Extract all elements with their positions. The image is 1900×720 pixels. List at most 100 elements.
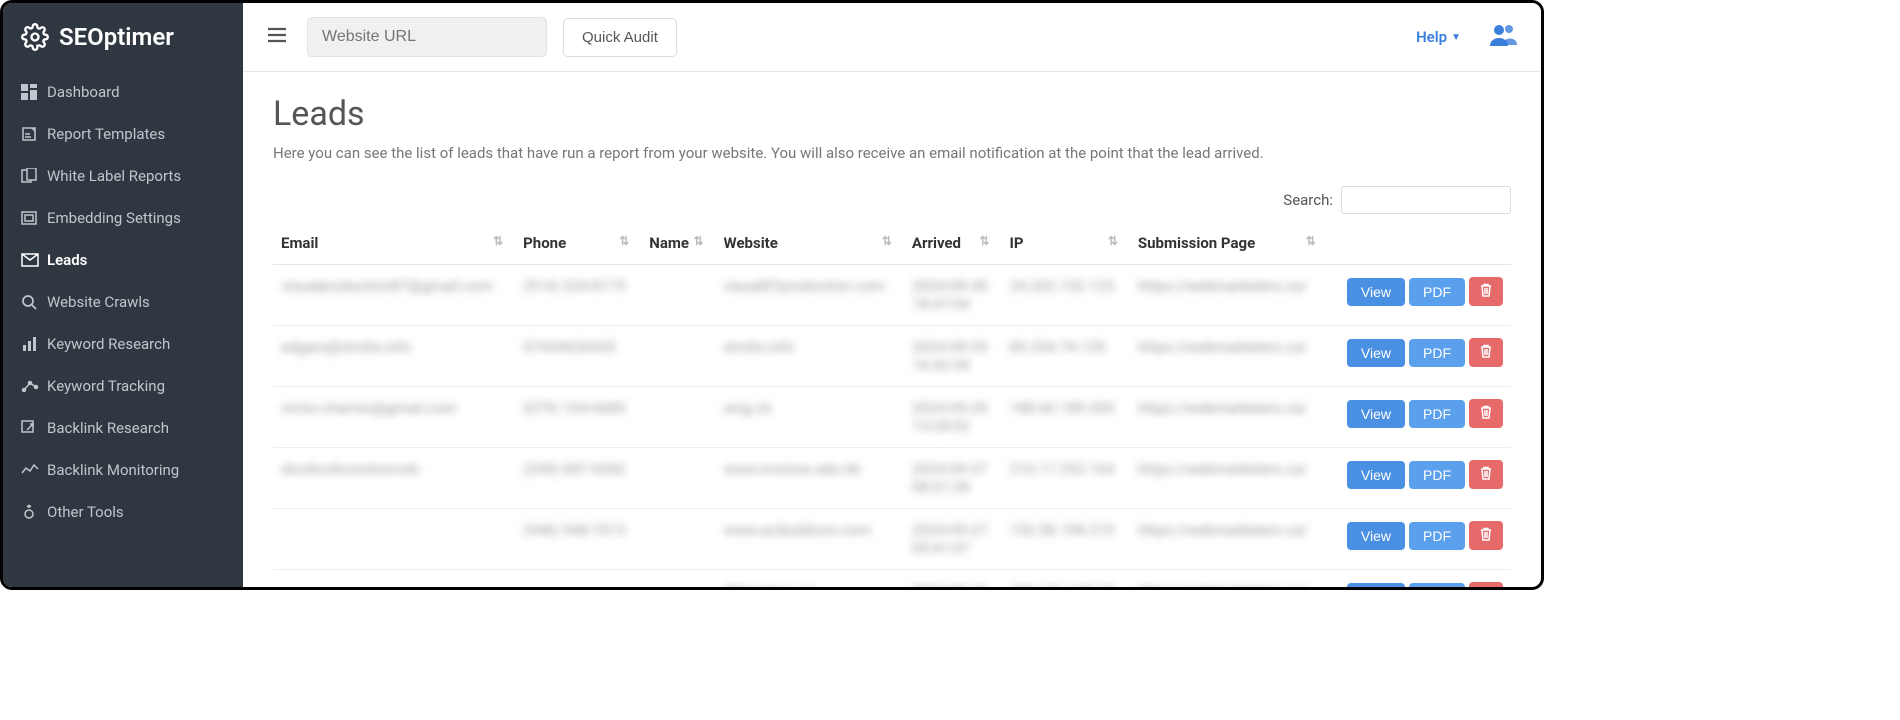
view-button[interactable]: View <box>1347 278 1405 306</box>
gear-icon <box>21 23 49 51</box>
column-phone[interactable]: Phone⇅ <box>515 222 641 265</box>
cell-ip: 209.121.140.22 <box>1002 570 1130 588</box>
cell-website: strolis.info <box>716 326 904 387</box>
sidebar-item-label: White Label Reports <box>47 167 181 185</box>
page-title: Leads <box>273 94 1511 134</box>
sidebar-item-backlink-monitoring[interactable]: Backlink Monitoring <box>3 449 243 491</box>
view-button[interactable]: View <box>1347 583 1405 587</box>
brand-logo[interactable]: SEOptimer <box>3 3 243 71</box>
cell-actions: View PDF <box>1328 570 1511 588</box>
pdf-button[interactable]: PDF <box>1409 583 1465 587</box>
delete-button[interactable] <box>1469 338 1503 367</box>
view-button[interactable]: View <box>1347 522 1405 550</box>
leads-icon <box>21 253 47 267</box>
pdf-button[interactable]: PDF <box>1409 278 1465 306</box>
pdf-button[interactable]: PDF <box>1409 400 1465 428</box>
column-submission-page[interactable]: Submission Page⇅ <box>1130 222 1328 265</box>
search-icon <box>21 294 47 310</box>
table-row: edgars@strolis.info07434630435 strolis.in… <box>273 326 1511 387</box>
cell-name <box>641 509 715 570</box>
column-arrived[interactable]: Arrived⇅ <box>904 222 1002 265</box>
sidebar-item-embedding-settings[interactable]: Embedding Settings <box>3 197 243 239</box>
cell-name <box>641 326 715 387</box>
cell-actions: ViewPDF <box>1328 509 1511 570</box>
cell-ip: 210.17.252.164 <box>1002 448 1130 509</box>
sidebar-item-label: Keyword Tracking <box>47 377 165 395</box>
cell-website: visual87production.com <box>716 265 904 326</box>
cell-name <box>641 448 715 509</box>
sidebar-item-white-label-reports[interactable]: White Label Reports <box>3 155 243 197</box>
brand-name: SEOptimer <box>59 23 174 51</box>
sort-icon: ⇅ <box>1108 234 1118 248</box>
cell-arrived: 2024-09-2913:28:02 <box>904 387 1002 448</box>
sort-icon: ⇅ <box>882 234 892 248</box>
delete-button[interactable] <box>1469 277 1503 306</box>
keyword-research-icon <box>21 336 47 352</box>
pdf-button[interactable]: PDF <box>1409 461 1465 489</box>
search-input[interactable] <box>1341 186 1511 214</box>
table-row: liftingstars.ca2024-09-2618:29:14209.121… <box>273 570 1511 588</box>
cell-website: wng.ch <box>716 387 904 448</box>
sidebar-item-other-tools[interactable]: Other Tools <box>3 491 243 533</box>
cell-phone: 07434630435 <box>515 326 641 387</box>
cell-name <box>641 265 715 326</box>
sidebar-item-report-templates[interactable]: Report Templates <box>3 113 243 155</box>
tracking-icon <box>21 379 47 393</box>
cell-arrived: 2024-09-3018:47:04 <box>904 265 1002 326</box>
cell-phone: (345) 687-6542 <box>515 448 641 509</box>
column-name[interactable]: Name⇅ <box>641 222 715 265</box>
pdf-button[interactable]: PDF <box>1409 339 1465 367</box>
sidebar-item-keyword-tracking[interactable]: Keyword Tracking <box>3 365 243 407</box>
column-actions <box>1328 222 1511 265</box>
trash-icon <box>1479 405 1493 419</box>
cell-arrived: 2024-09-2705:41:07 <box>904 509 1002 570</box>
column-website[interactable]: Website⇅ <box>716 222 904 265</box>
sidebar-item-label: Dashboard <box>47 83 120 101</box>
quick-audit-button[interactable]: Quick Audit <box>563 18 677 57</box>
cell-ip: 85.254.74.135 <box>1002 326 1130 387</box>
cell-email <box>273 570 515 588</box>
chevron-down-icon: ▼ <box>1451 32 1461 43</box>
hamburger-icon[interactable] <box>265 23 289 51</box>
cell-arrived: 2024-09-2916:42:34 <box>904 326 1002 387</box>
delete-button[interactable] <box>1469 521 1503 550</box>
cell-email: visualproduction87@gmail.com <box>273 265 515 326</box>
table-row: victor.charton@gmail.com(079) 104-6680wn… <box>273 387 1511 448</box>
help-link[interactable]: Help ▼ <box>1416 28 1461 46</box>
sidebar-item-backlink-research[interactable]: Backlink Research <box>3 407 243 449</box>
url-input[interactable] <box>307 17 547 57</box>
monitor-icon <box>21 463 47 477</box>
sort-icon: ⇅ <box>619 234 629 248</box>
column-email[interactable]: Email⇅ <box>273 222 515 265</box>
cell-email: edgars@strolis.info <box>273 326 515 387</box>
sidebar-item-keyword-research[interactable]: Keyword Research <box>3 323 243 365</box>
cell-arrived: 2024-09-2618:29:14 <box>904 570 1002 588</box>
cell-ip: 188.60.189.200 <box>1002 387 1130 448</box>
delete-button[interactable] <box>1469 399 1503 428</box>
pdf-button[interactable]: PDF <box>1409 522 1465 550</box>
sidebar-item-label: Keyword Research <box>47 335 170 353</box>
sort-icon: ⇅ <box>493 234 503 248</box>
column-ip[interactable]: IP⇅ <box>1002 222 1130 265</box>
cell-actions: ViewPDF <box>1328 326 1511 387</box>
sidebar-item-leads[interactable]: Leads <box>3 239 243 281</box>
view-button[interactable]: View <box>1347 339 1405 367</box>
page-description: Here you can see the list of leads that … <box>273 144 1511 162</box>
sort-icon: ⇅ <box>979 234 989 248</box>
cell-phone: (079) 104-6680 <box>515 387 641 448</box>
cell-ip: 24.202.152.123 <box>1002 265 1130 326</box>
trash-icon <box>1479 344 1493 358</box>
search-row: Search: <box>273 186 1511 214</box>
users-icon[interactable] <box>1489 22 1519 52</box>
view-button[interactable]: View <box>1347 461 1405 489</box>
view-button[interactable]: View <box>1347 400 1405 428</box>
cell-email: dscdxvdsvsvdvsvvdv <box>273 448 515 509</box>
cell-name <box>641 570 715 588</box>
sidebar-item-dashboard[interactable]: Dashboard <box>3 71 243 113</box>
delete-button[interactable] <box>1469 582 1503 587</box>
delete-button[interactable] <box>1469 460 1503 489</box>
backlink-icon <box>21 420 47 436</box>
cell-phone: (514) 234-8173 <box>515 265 641 326</box>
topbar: Quick Audit Help ▼ <box>243 3 1541 72</box>
sidebar-item-website-crawls[interactable]: Website Crawls <box>3 281 243 323</box>
